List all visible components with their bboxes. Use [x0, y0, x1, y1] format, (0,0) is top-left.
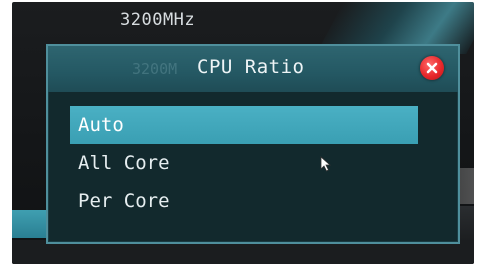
option-all-core[interactable]: All Core — [70, 144, 418, 182]
close-icon — [426, 62, 438, 74]
cpu-ratio-dialog: 3200M CPU Ratio Auto All Core Per Core — [46, 44, 460, 244]
option-list: Auto All Core Per Core — [70, 106, 418, 220]
dialog-ghost-text: 3200M — [132, 60, 178, 78]
dialog-title: CPU Ratio — [197, 56, 305, 78]
option-per-core[interactable]: Per Core — [70, 182, 418, 220]
option-label: All Core — [78, 152, 170, 174]
background-frequency-text: 3200MHz — [120, 10, 196, 30]
bios-screen: 3200MHz 3200M CPU Ratio Auto All Core Pe… — [12, 2, 474, 264]
close-button[interactable] — [420, 56, 444, 80]
mouse-cursor-icon — [320, 156, 332, 172]
option-auto[interactable]: Auto — [70, 106, 418, 144]
option-label: Per Core — [78, 190, 170, 212]
option-label: Auto — [78, 114, 124, 136]
dialog-header: 3200M CPU Ratio — [48, 46, 458, 92]
